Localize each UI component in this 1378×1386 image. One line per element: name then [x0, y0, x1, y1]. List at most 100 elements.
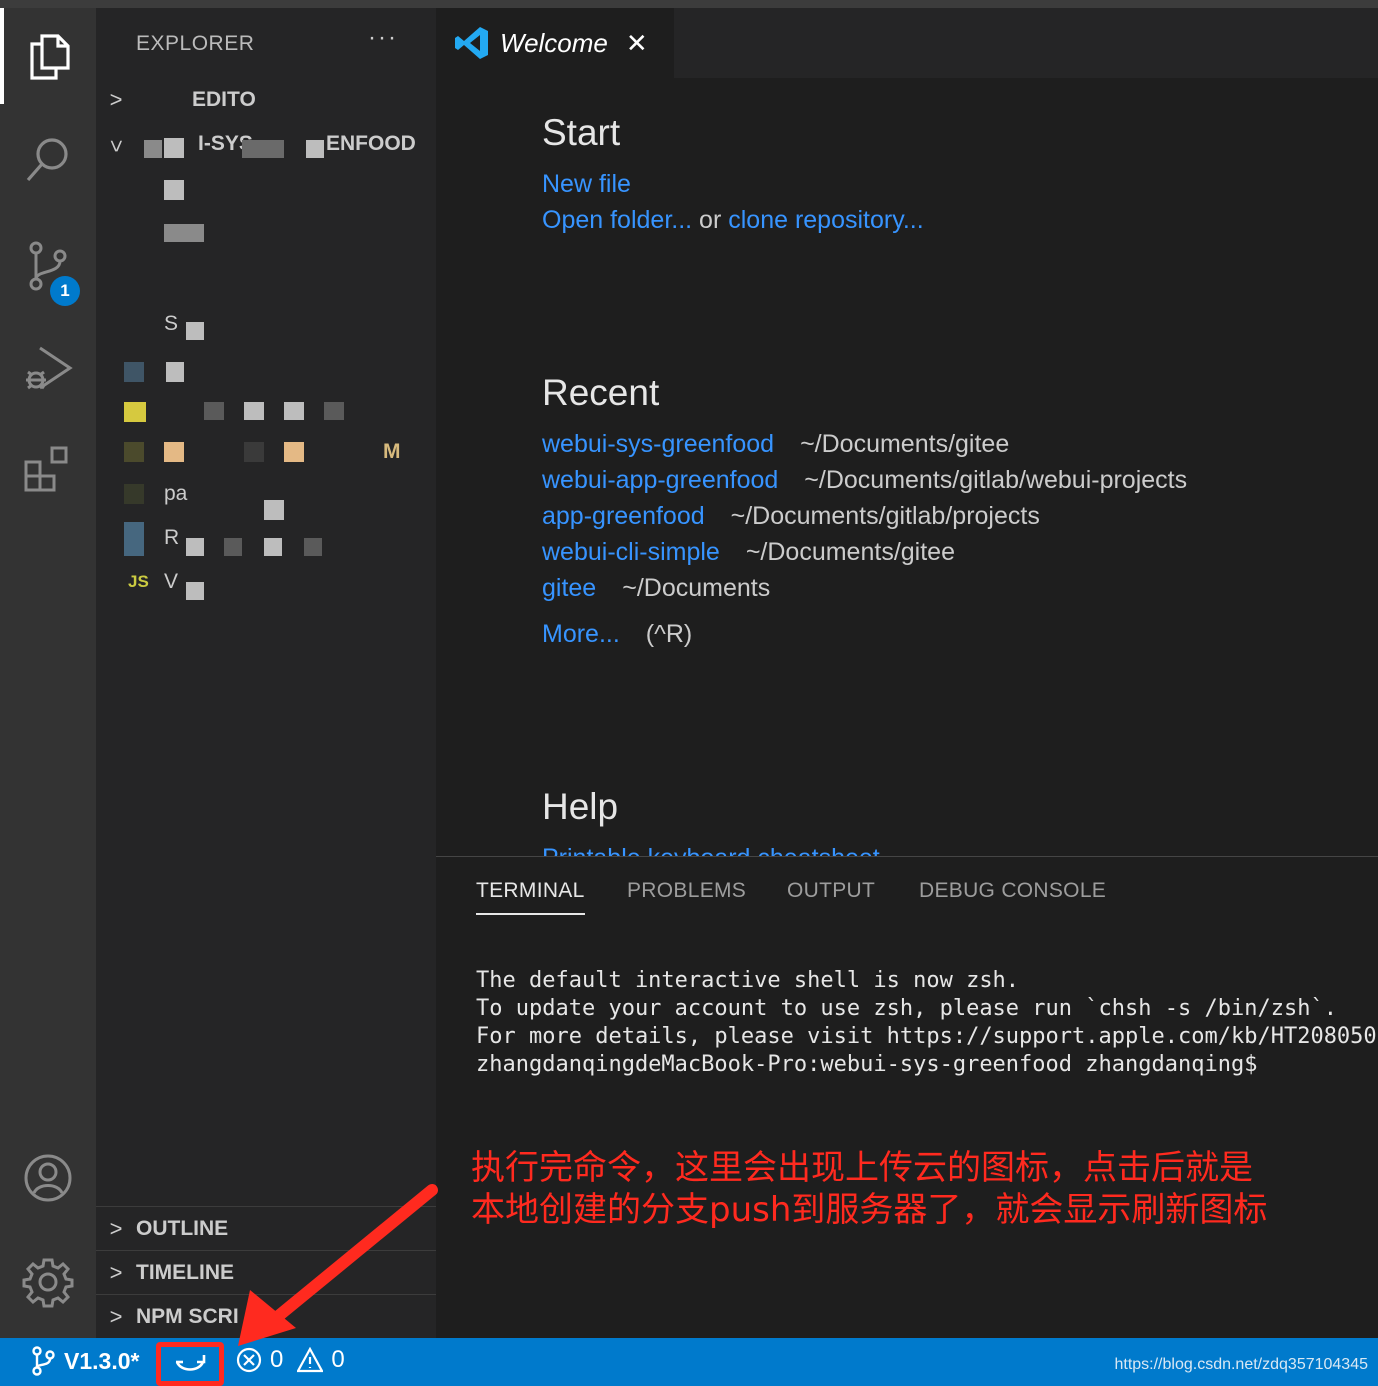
annotation-text: 执行完命令，这里会出现上传云的图标，点击后就是 本地创建的分支push到服务器了… — [471, 1147, 1371, 1231]
recent-folder-path: ~/Documents/gitee — [800, 430, 1010, 458]
tree-row[interactable]: S — [96, 308, 436, 348]
recent-folder-link[interactable]: webui-cli-simple — [542, 538, 720, 566]
recent-item[interactable]: gitee ~/Documents — [542, 574, 770, 603]
outline-label: OUTLINE — [136, 1216, 229, 1240]
annotation-line: 本地创建的分支push到服务器了，就会显示刷新图标 — [471, 1190, 1268, 1230]
new-file-link[interactable]: New file — [542, 170, 631, 199]
activity-bar: 1 — [0, 8, 96, 1338]
outline-section[interactable]: > OUTLINE — [96, 1206, 436, 1250]
obscured-block — [264, 538, 282, 556]
search-activity-button[interactable] — [0, 112, 96, 208]
sync-icon — [175, 1355, 206, 1371]
more-shortcut: (^R) — [645, 620, 693, 648]
recent-item[interactable]: app-greenfood ~/Documents/gitlab/projects — [542, 502, 1040, 531]
sidebar-title: EXPLORER — [136, 32, 255, 55]
or-text: or — [692, 206, 729, 234]
file-fragment: S — [164, 312, 179, 335]
recent-folder-path: ~/Documents — [622, 574, 771, 602]
tree-row[interactable]: pa — [96, 476, 436, 520]
tree-row[interactable] — [96, 214, 436, 254]
obscured-block — [164, 138, 184, 158]
scm-badge: 1 — [50, 276, 80, 306]
branch-name: V1.3.0* — [64, 1347, 140, 1374]
recent-item[interactable]: webui-cli-simple ~/Documents/gitee — [542, 538, 955, 567]
tree-row[interactable]: JS V — [96, 564, 436, 604]
obscured-block — [304, 538, 322, 556]
sync-button[interactable] — [156, 1342, 224, 1386]
status-bar: V1.3.0* 0 0 https://blog.csdn.net/zdq357… — [0, 1338, 1378, 1386]
clone-repository-link[interactable]: clone repository... — [728, 206, 923, 234]
recent-item[interactable]: webui-app-greenfood ~/Documents/gitlab/we… — [542, 466, 1187, 495]
file-fragment: V — [164, 570, 179, 593]
tab-debug-console[interactable]: DEBUG CONSOLE — [919, 879, 1106, 903]
obscured-block — [324, 402, 344, 420]
obscured-block — [224, 538, 242, 556]
obscured-block — [164, 442, 184, 462]
chevron-right-icon: > — [109, 1215, 123, 1241]
warning-count: 0 — [331, 1346, 345, 1373]
obscured-block — [244, 442, 264, 462]
recent-folder-link[interactable]: webui-sys-greenfood — [542, 430, 774, 458]
obscured-block — [244, 402, 264, 420]
obscured-block — [242, 140, 284, 158]
project-folder-section[interactable]: > I-SYS ENFOOD — [96, 124, 436, 168]
terminal-line: The default interactive shell is now zsh… — [476, 968, 1020, 993]
file-fragment: R — [164, 526, 180, 549]
tree-row[interactable] — [96, 352, 436, 392]
tab-output[interactable]: OUTPUT — [787, 879, 875, 903]
obscured-block — [166, 362, 184, 382]
manage-activity-button[interactable] — [0, 1234, 96, 1330]
tab-terminal[interactable]: TERMINAL — [476, 879, 585, 915]
timeline-label: TIMELINE — [136, 1260, 234, 1284]
problems-indicator[interactable]: 0 0 — [236, 1346, 345, 1374]
tree-row[interactable] — [96, 170, 436, 210]
more-actions-icon[interactable]: ··· — [368, 24, 398, 52]
timeline-section[interactable]: > TIMELINE — [96, 1250, 436, 1294]
open-folder-link[interactable]: Open folder... — [542, 206, 692, 234]
account-icon — [24, 1154, 72, 1202]
open-editors-label: EDITO — [192, 88, 256, 111]
tab-welcome[interactable]: Welcome ✕ — [436, 8, 674, 78]
tab-problems[interactable]: PROBLEMS — [627, 879, 746, 903]
keyboard-cheatsheet-link[interactable]: Printable keyboard cheatsheet — [542, 844, 880, 856]
terminal-output[interactable]: The default interactive shell is now zsh… — [476, 967, 1378, 1079]
warning-icon — [297, 1347, 324, 1373]
obscured-block — [284, 442, 304, 462]
tree-row[interactable] — [96, 392, 436, 432]
branch-indicator[interactable]: V1.3.0* — [30, 1346, 139, 1376]
recent-heading: Recent — [542, 372, 660, 413]
run-debug-activity-button[interactable] — [0, 320, 96, 416]
tree-row[interactable]: M — [96, 434, 436, 474]
search-icon — [26, 138, 68, 182]
welcome-page: Start New file Open folder... or clone r… — [436, 78, 1378, 856]
obscured-block — [264, 500, 284, 520]
explorer-activity-button[interactable] — [0, 8, 96, 104]
close-icon[interactable]: ✕ — [626, 28, 648, 59]
more-recent-link[interactable]: More... — [542, 620, 620, 648]
recent-folder-link[interactable]: webui-app-greenfood — [542, 466, 778, 494]
run-debug-icon — [26, 346, 73, 390]
chevron-right-icon: > — [109, 1259, 123, 1285]
file-type-icon — [124, 484, 144, 504]
window-top-strip — [0, 0, 1378, 8]
obscured-block — [186, 322, 204, 340]
terminal-prompt: zhangdanqingdeMacBook-Pro:webui-sys-gree… — [476, 1052, 1258, 1077]
obscured-block — [186, 582, 204, 600]
obscured-block — [144, 140, 162, 158]
open-editors-section[interactable]: > EDITO — [96, 78, 436, 122]
modified-indicator: M — [383, 440, 401, 463]
recent-folder-link[interactable]: app-greenfood — [542, 502, 705, 530]
recent-item[interactable]: webui-sys-greenfood ~/Documents/gitee — [542, 430, 1009, 459]
explorer-sidebar: EXPLORER ··· > EDITO > I-SYS ENFOOD S M … — [96, 8, 436, 1338]
accounts-activity-button[interactable] — [0, 1130, 96, 1226]
file-fragment: pa — [164, 482, 188, 505]
terminal-line: To update your account to use zsh, pleas… — [476, 996, 1337, 1021]
obscured-block — [164, 224, 204, 242]
extensions-activity-button[interactable] — [0, 422, 96, 518]
source-control-activity-button[interactable]: 1 — [0, 218, 96, 314]
tree-row[interactable]: R — [96, 520, 436, 560]
file-type-icon — [124, 522, 144, 556]
recent-folder-link[interactable]: gitee — [542, 574, 596, 602]
npm-scripts-section[interactable]: > NPM SCRI — [96, 1294, 436, 1338]
file-type-icon — [124, 362, 144, 382]
